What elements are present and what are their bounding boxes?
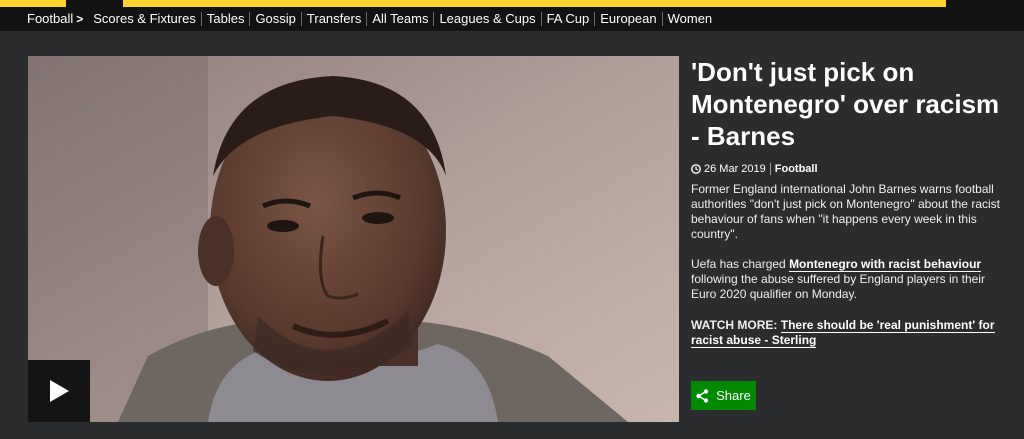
- section-nav: Football > Scores & Fixtures Tables Goss…: [0, 7, 1024, 31]
- brand-strip-tab-right: [946, 0, 1024, 7]
- paragraph-text: following the abuse suffered by England …: [691, 272, 985, 301]
- summary-paragraph-2: Uefa has charged Montenegro with racist …: [691, 257, 1009, 302]
- share-label: Share: [716, 388, 751, 403]
- article-date: 26 Mar 2019: [704, 163, 766, 175]
- brand-strip: [0, 0, 1024, 7]
- chevron-right-icon: >: [76, 12, 84, 26]
- article-topic-link[interactable]: Football: [775, 163, 818, 175]
- play-icon: [50, 380, 69, 402]
- nav-item-gossip[interactable]: Gossip: [250, 12, 302, 26]
- clock-icon: [691, 164, 701, 174]
- nav-item-scores-fixtures[interactable]: Scores & Fixtures: [88, 12, 202, 26]
- nav-item-european[interactable]: European: [595, 12, 663, 26]
- share-button[interactable]: Share: [691, 381, 756, 410]
- nav-item-tables[interactable]: Tables: [202, 12, 251, 26]
- nav-item-fa-cup[interactable]: FA Cup: [542, 12, 596, 26]
- nav-item-label: Football: [27, 11, 74, 26]
- nav-item-transfers[interactable]: Transfers: [302, 12, 368, 26]
- nav-item-women[interactable]: Women: [663, 12, 718, 26]
- summary-paragraph-1: Former England international John Barnes…: [691, 182, 1000, 241]
- brand-strip-tab: [66, 0, 123, 7]
- paragraph-text: Uefa has charged: [691, 257, 790, 271]
- article-meta: 26 Mar 2019 Football: [691, 163, 1009, 175]
- meta-divider: [769, 163, 771, 175]
- nav-item-all-teams[interactable]: All Teams: [367, 12, 435, 26]
- article-summary: 'Don't just pick on Montenegro' over rac…: [691, 56, 1009, 348]
- watch-more-label: WATCH MORE:: [691, 318, 781, 332]
- nav-item-football[interactable]: Football >: [0, 11, 88, 27]
- montenegro-charge-link[interactable]: Montenegro with racist behaviour: [789, 257, 982, 272]
- watch-more-paragraph: WATCH MORE: There should be 'real punish…: [691, 318, 1009, 348]
- video-still-image: [28, 56, 679, 422]
- video-thumbnail[interactable]: [28, 56, 679, 422]
- nav-item-leagues-cups[interactable]: Leagues & Cups: [434, 12, 542, 26]
- share-icon: [696, 388, 709, 403]
- article-headline[interactable]: 'Don't just pick on Montenegro' over rac…: [691, 56, 1009, 152]
- play-button[interactable]: [28, 360, 90, 422]
